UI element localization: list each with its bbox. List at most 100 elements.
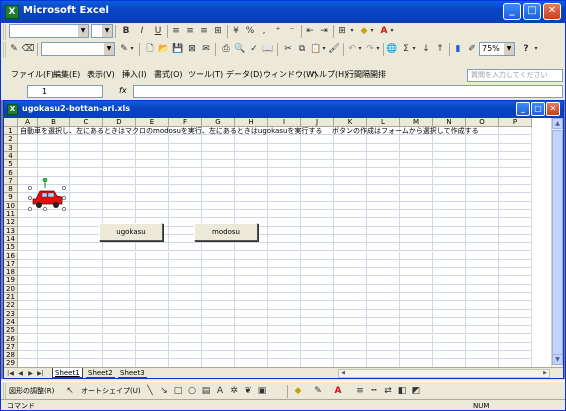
grid-cell[interactable] (103, 309, 136, 318)
grid-cell[interactable] (235, 201, 268, 210)
grid-cell[interactable] (433, 276, 466, 285)
grid-cell[interactable] (38, 143, 70, 152)
grid-cell[interactable] (400, 135, 433, 144)
grid-cell[interactable] (202, 334, 235, 343)
grid-cell[interactable] (433, 193, 466, 202)
grid-cell[interactable] (433, 201, 466, 210)
grid-cell[interactable] (169, 201, 202, 210)
research-icon[interactable]: 📖 (261, 42, 275, 56)
currency-icon[interactable]: ¥ (229, 24, 243, 38)
row-header-12[interactable]: 12 (4, 218, 18, 227)
row-header-1[interactable]: 1 (4, 127, 18, 136)
vertical-scrollbar[interactable]: ▲ ▼ (551, 118, 563, 367)
horizontal-scrollbar[interactable]: ◀ ▶ (338, 369, 550, 378)
picture-icon[interactable]: ▣ (255, 384, 269, 398)
grid-cell[interactable] (334, 185, 367, 194)
grid-cell[interactable] (400, 309, 433, 318)
borders-icon[interactable]: ⊞ (335, 24, 349, 38)
grid-cell[interactable] (367, 251, 400, 260)
row-header-14[interactable]: 14 (4, 234, 18, 244)
grid-cell[interactable] (103, 251, 136, 260)
grid-cell[interactable] (38, 276, 70, 285)
grid-cell[interactable] (235, 342, 268, 352)
grid-cell[interactable] (466, 334, 499, 343)
grid-cell[interactable] (400, 193, 433, 202)
grid-cell[interactable] (18, 251, 38, 260)
grid-cell[interactable] (103, 201, 136, 210)
grid-cell[interactable] (18, 135, 38, 144)
grid-cell[interactable] (70, 160, 103, 169)
scroll-left-icon[interactable]: ◀ (339, 370, 347, 377)
grid-cell[interactable] (268, 268, 301, 277)
grid-cell[interactable] (268, 135, 301, 144)
grid-cell[interactable] (499, 210, 532, 219)
grid-cell[interactable] (268, 143, 301, 152)
grid-cell[interactable] (334, 342, 367, 352)
grid-cell[interactable] (334, 201, 367, 210)
column-header-m[interactable]: M (400, 118, 433, 127)
grid-cell[interactable] (499, 176, 532, 186)
grid-cell[interactable] (235, 359, 268, 367)
grid-cell[interactable] (136, 342, 169, 352)
grid-cell[interactable] (334, 168, 367, 177)
grid-cell[interactable] (70, 326, 103, 335)
grid-cell[interactable] (103, 334, 136, 343)
grid-cell[interactable] (38, 251, 70, 260)
grid-cell[interactable] (334, 293, 367, 302)
column-header-i[interactable]: I (268, 118, 301, 127)
grid-cell[interactable] (301, 359, 334, 367)
grid-cell[interactable] (70, 210, 103, 219)
grid-cell[interactable] (433, 251, 466, 260)
grid-cell[interactable] (18, 259, 38, 269)
grid-cell[interactable] (433, 326, 466, 335)
grid-cell[interactable] (103, 342, 136, 352)
grid-cell[interactable] (433, 210, 466, 219)
grid-cell[interactable] (301, 201, 334, 210)
grid-cell[interactable] (70, 293, 103, 302)
grid-cell[interactable] (38, 317, 70, 327)
copy-icon[interactable]: ⧉ (295, 42, 309, 56)
menu-format[interactable]: 書式(O) (154, 69, 183, 80)
grid-cell[interactable] (400, 259, 433, 269)
grid-cell[interactable] (334, 268, 367, 277)
grid-cell[interactable] (38, 151, 70, 161)
grid-cell[interactable] (466, 301, 499, 310)
grid-cell[interactable] (103, 243, 136, 252)
grid-cell[interactable] (235, 143, 268, 152)
grid-cell[interactable] (400, 168, 433, 177)
grid-cell[interactable] (169, 309, 202, 318)
menu-window[interactable]: ウィンドウ(W) (263, 69, 317, 80)
grid-cell[interactable] (235, 259, 268, 269)
grid-cell[interactable] (301, 259, 334, 269)
grid-cell[interactable] (169, 243, 202, 252)
grid-cell[interactable] (400, 326, 433, 335)
grid-cell[interactable] (18, 326, 38, 335)
grid-cell[interactable] (400, 185, 433, 194)
grid-cell[interactable] (202, 276, 235, 285)
grid-cell[interactable] (301, 168, 334, 177)
grid-cell[interactable] (334, 317, 367, 327)
grid-cell[interactable] (103, 168, 136, 177)
grid-cell[interactable] (367, 151, 400, 161)
menu-edit[interactable]: 編集(E) (53, 69, 80, 80)
grid-cell[interactable] (202, 185, 235, 194)
decrease-indent-icon[interactable]: ⇤ (303, 24, 317, 38)
grid-cell[interactable] (433, 243, 466, 252)
grid-cell[interactable] (202, 143, 235, 152)
grid-cell[interactable] (169, 284, 202, 293)
hyperlink-icon[interactable]: 🌐 (385, 42, 399, 56)
grid-cell[interactable] (466, 317, 499, 327)
grid-cell[interactable] (169, 193, 202, 202)
row-header-21[interactable]: 21 (4, 293, 18, 302)
grid-cell[interactable] (301, 326, 334, 335)
scroll-thumb[interactable] (552, 130, 563, 362)
grid-cell[interactable] (433, 259, 466, 269)
grid-cell[interactable] (433, 185, 466, 194)
grid-cell[interactable] (235, 268, 268, 277)
grid-cell[interactable] (169, 176, 202, 186)
grid-cell[interactable] (235, 284, 268, 293)
redo-dropdown-icon[interactable]: ▾ (375, 42, 381, 56)
grid-cell[interactable] (400, 342, 433, 352)
column-header-o[interactable]: O (466, 118, 499, 127)
grid-cell[interactable] (70, 276, 103, 285)
